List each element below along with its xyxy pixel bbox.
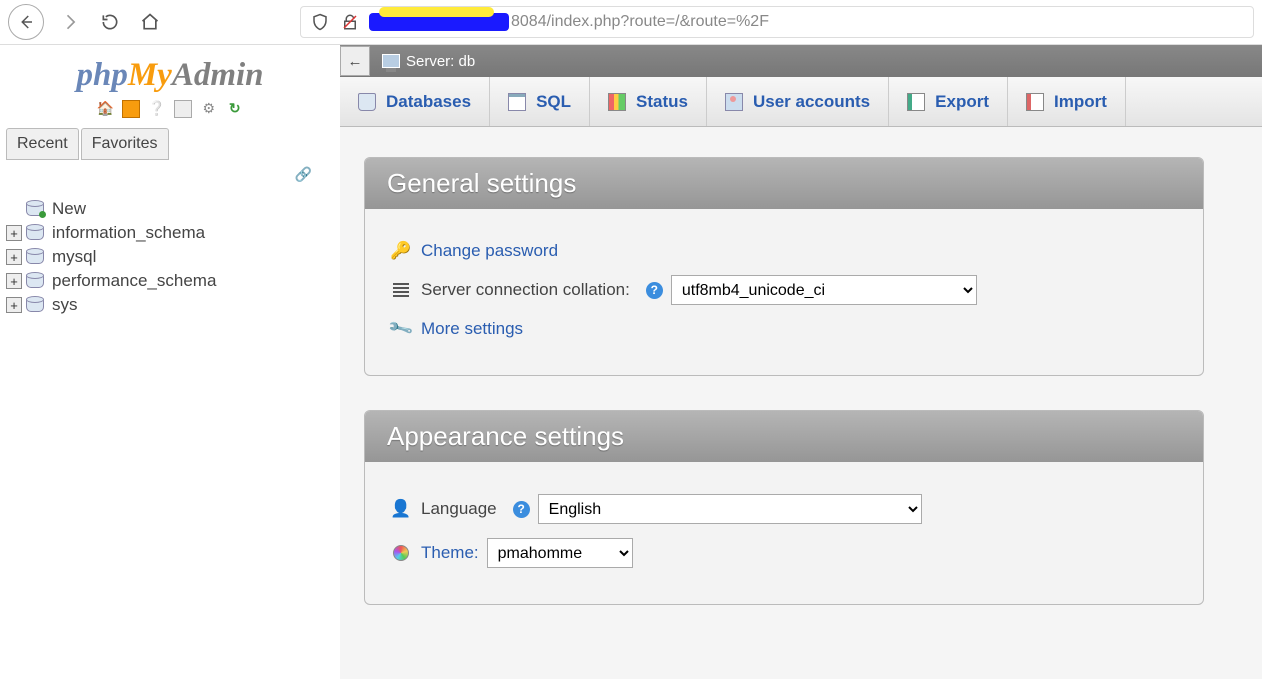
nav-home-button[interactable] <box>136 8 164 36</box>
list-icon <box>391 280 411 300</box>
nav-forward-button[interactable] <box>56 8 84 36</box>
docs-icon[interactable] <box>174 100 192 118</box>
wrench-icon: 🔧 <box>387 315 414 342</box>
home-icon <box>140 12 160 32</box>
theme-select[interactable]: pmahomme <box>487 538 633 568</box>
shield-icon <box>309 11 331 33</box>
theme-label: Theme: <box>421 543 479 563</box>
expand-icon[interactable]: + <box>6 225 22 241</box>
insecure-lock-icon <box>339 11 361 33</box>
database-icon <box>26 226 44 240</box>
import-icon <box>1026 93 1044 111</box>
tree-item-sys[interactable]: + sys <box>6 293 340 317</box>
user-icon <box>725 93 743 111</box>
tree-item-mysql[interactable]: + mysql <box>6 245 340 269</box>
settings-icon[interactable]: ⚙ <box>200 100 218 118</box>
panel-heading: General settings <box>365 158 1203 209</box>
database-icon <box>26 298 44 312</box>
logout-icon[interactable] <box>122 100 140 118</box>
tab-import[interactable]: Import <box>1008 77 1126 126</box>
reload-icon <box>100 12 120 32</box>
url-suffix: 8084/index.php?route=/&route=%2F <box>511 13 769 31</box>
tree-item-new[interactable]: New <box>6 197 340 221</box>
database-icon <box>26 250 44 264</box>
tab-status[interactable]: Status <box>590 77 707 126</box>
more-settings-link[interactable]: More settings <box>421 319 523 339</box>
server-icon <box>382 54 400 68</box>
database-icon <box>26 274 44 288</box>
collation-label: Server connection collation: <box>421 280 630 300</box>
nav-reload-button[interactable] <box>96 8 124 36</box>
sidebar-tab-favorites[interactable]: Favorites <box>81 128 169 160</box>
db-tree: New + information_schema + mysql + perfo… <box>0 193 340 317</box>
export-icon <box>907 93 925 111</box>
arrow-left-icon <box>17 13 35 31</box>
language-icon: 👤 <box>391 499 411 519</box>
arrow-right-icon <box>60 12 80 32</box>
database-icon <box>358 93 376 111</box>
collapse-sidebar-button[interactable]: ← <box>340 46 370 76</box>
tree-item-performance-schema[interactable]: + performance_schema <box>6 269 340 293</box>
theme-icon <box>391 543 411 563</box>
help-icon[interactable]: ❔ <box>148 100 166 118</box>
tab-user-accounts[interactable]: User accounts <box>707 77 889 126</box>
home-icon[interactable]: 🏠 <box>96 100 114 118</box>
panel-heading: Appearance settings <box>365 411 1203 462</box>
collapse-link-icon[interactable]: 🔗 <box>0 160 340 193</box>
main-tabs: Databases SQL Status User accounts Expor… <box>340 77 1262 127</box>
main-area: ← Server: db Databases SQL Status User a… <box>340 45 1262 679</box>
browser-toolbar: 8084/index.php?route=/&route=%2F <box>0 0 1262 45</box>
expand-icon[interactable]: + <box>6 249 22 265</box>
tab-databases[interactable]: Databases <box>340 77 490 126</box>
phpmyadmin-logo[interactable]: phpMyAdmin <box>0 57 340 94</box>
help-icon[interactable]: ? <box>513 501 530 518</box>
expand-icon[interactable]: + <box>6 297 22 313</box>
address-bar[interactable]: 8084/index.php?route=/&route=%2F <box>300 6 1254 38</box>
appearance-settings-panel: Appearance settings 👤 Language ? English… <box>364 410 1204 605</box>
help-icon[interactable]: ? <box>646 282 663 299</box>
reload-icon[interactable]: ↻ <box>226 100 244 118</box>
sidebar: phpMyAdmin 🏠 ❔ ⚙ ↻ Recent Favorites 🔗 Ne… <box>0 45 340 679</box>
sql-icon <box>508 93 526 111</box>
breadcrumb-bar: ← Server: db <box>340 45 1262 77</box>
sidebar-tab-recent[interactable]: Recent <box>6 128 79 160</box>
nav-back-button[interactable] <box>8 4 44 40</box>
language-select[interactable]: English <box>538 494 922 524</box>
tree-item-information-schema[interactable]: + information_schema <box>6 221 340 245</box>
change-password-link[interactable]: Change password <box>421 241 558 261</box>
server-breadcrumb[interactable]: Server: db <box>406 53 475 70</box>
sidebar-quick-icons: 🏠 ❔ ⚙ ↻ <box>0 100 340 118</box>
status-icon <box>608 93 626 111</box>
new-db-icon <box>26 202 44 216</box>
tab-export[interactable]: Export <box>889 77 1008 126</box>
general-settings-panel: General settings 🔑 Change password Serve… <box>364 157 1204 376</box>
collation-select[interactable]: utf8mb4_unicode_ci <box>671 275 977 305</box>
tab-sql[interactable]: SQL <box>490 77 590 126</box>
key-icon: 🔑 <box>391 241 411 261</box>
expand-icon[interactable]: + <box>6 273 22 289</box>
language-label: Language <box>421 499 497 519</box>
redacted-host <box>369 13 509 31</box>
